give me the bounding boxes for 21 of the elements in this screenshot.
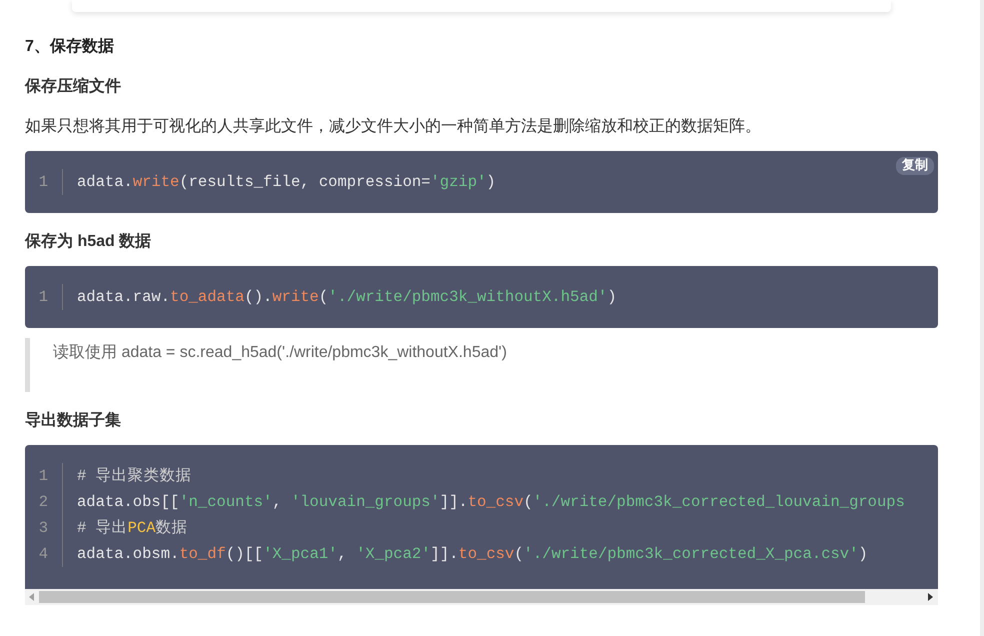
copy-button[interactable]: 复制 [896,157,934,175]
paragraph: 如果只想将其用于可视化的人共享此文件，减少文件大小的一种简单方法是删除缩放和校正的数据矩阵。 [25,116,762,137]
scroll-left-icon[interactable] [29,593,35,601]
line-number: 2 [25,489,63,515]
line-number: 1 [25,463,63,489]
subheading: 保存压缩文件 [25,76,122,97]
line-number: 1 [25,284,63,310]
scroll-right-icon[interactable] [928,593,934,601]
code-line: # 导出 PCA数据 [77,518,188,539]
line-number: 4 [25,541,63,567]
line-number: 1 [25,169,63,195]
line-number: 3 [25,515,63,541]
code-line: adata.write(results_file, compression='gzip') [77,172,496,193]
quote-text: 读取使用 adata = sc.read_h5ad('./write/pbmc3k_withoutX.h5ad') [53,344,507,361]
section-heading: 7、保存数据 [25,36,115,57]
code-line: adata.obsm.to_df()[['X_pca1', 'X_pca2']].to_csv('./write/pbmc3k_corrected_X_pca.csv') [77,544,868,565]
subheading: 保存为 h5ad 数据 [25,232,152,252]
code-line: adata.obs[['n_counts', 'louvain_groups']].to_csv('./write/pbmc3k_corrected_louvain_groups [77,492,905,513]
subheading: 导出数据子集 [25,410,122,431]
code-line: adata.raw.to_adata().write('./write/pbmc3k_withoutX.h5ad') [77,287,617,308]
code-line: # 导出聚类数据 [77,466,192,487]
